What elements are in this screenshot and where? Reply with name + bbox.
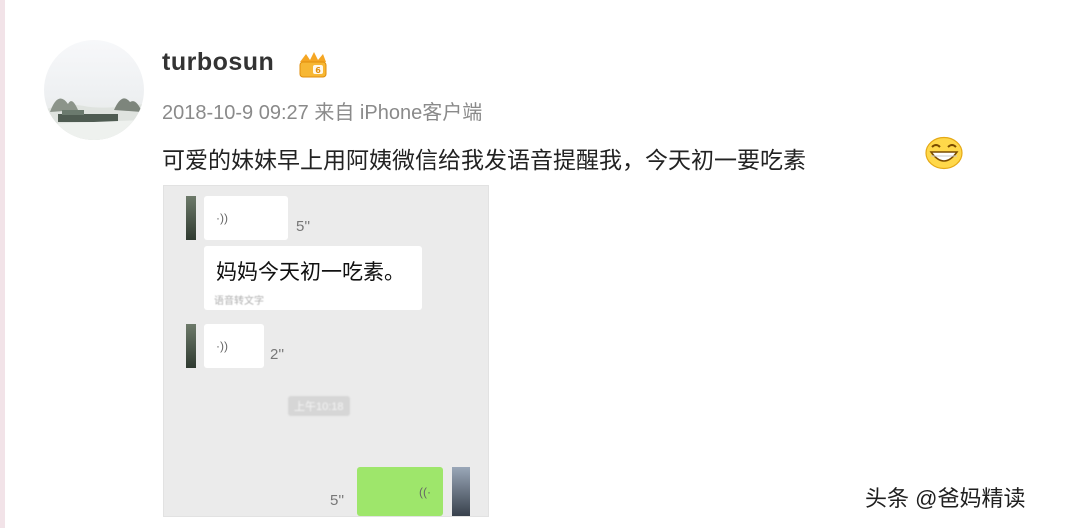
voice-wave-icon: ·)) [216, 339, 228, 353]
post-text: 可爱的妹妹早上用阿姨微信给我发语音提醒我，今天初一要吃素 [162, 147, 806, 173]
text-message-bubble: 妈妈今天初一吃素。 语音转文字 [204, 246, 422, 310]
post-timestamp[interactable]: 2018-10-9 09:27 [162, 102, 309, 124]
post-meta: 2018-10-9 09:27 来自 iPhone客户端 [162, 96, 482, 125]
text-message: 妈妈今天初一吃素。 [216, 261, 405, 284]
chat-screenshot-image[interactable]: ·)) 5'' 妈妈今天初一吃素。 语音转文字 ·)) 2'' 上午10:18 … [163, 185, 489, 517]
voice-bubble-3: ·)) [357, 467, 443, 516]
voice-bubble-2: ·)) [204, 324, 264, 368]
voice-wave-icon: ·)) [216, 211, 228, 225]
watermark: 头条 @爸妈精读 [865, 486, 1026, 511]
vip-crown-icon[interactable]: 6 [297, 50, 329, 80]
chat-avatar-self [452, 467, 470, 516]
snowy-landscape-avatar-image [44, 98, 144, 140]
text-message-sub: 语音转文字 [214, 296, 264, 307]
page-left-border [0, 0, 5, 528]
voice-duration-2: 2'' [270, 346, 285, 363]
svg-text:6: 6 [315, 66, 321, 75]
time-divider: 上午10:18 [288, 396, 350, 416]
chat-avatar-1 [186, 196, 196, 240]
post-source: 来自 iPhone客户端 [314, 102, 483, 124]
voice-wave-icon: ·)) [419, 485, 431, 499]
voice-bubble-1: ·)) [204, 196, 288, 240]
voice-duration-1: 5'' [296, 218, 311, 235]
grinning-face-icon [925, 136, 963, 170]
user-avatar[interactable] [44, 40, 144, 140]
voice-duration-3: 5'' [330, 492, 345, 509]
chat-avatar-2 [186, 324, 196, 368]
username[interactable]: turbosun [162, 48, 274, 77]
